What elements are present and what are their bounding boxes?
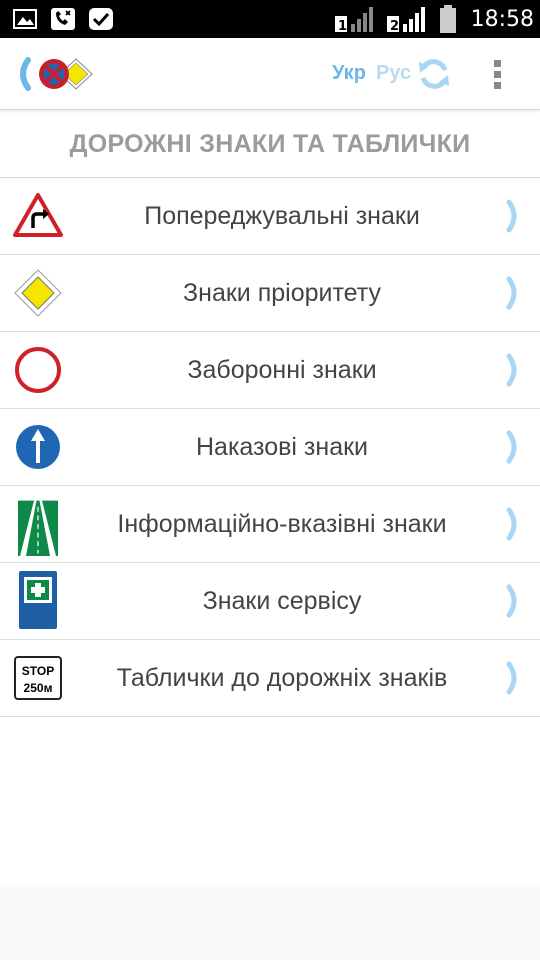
- list-item-information[interactable]: Інформаційно-вказівні знаки: [0, 486, 540, 563]
- chevron-right-icon: [506, 507, 517, 541]
- list-item-label: Заборонні знаки: [187, 356, 377, 384]
- chevron-right-icon: [506, 430, 517, 464]
- list-item-label: Знаки пріоритету: [183, 279, 381, 307]
- task-done-icon: [89, 8, 113, 30]
- section-title: ДОРОЖНІ ЗНАКИ ТА ТАБЛИЧКИ: [69, 129, 471, 158]
- list-item-label: Попереджувальні знаки: [144, 202, 420, 230]
- status-bar: 1 2 18:58: [0, 0, 540, 38]
- battery-icon: [439, 5, 456, 33]
- chevron-right-icon: [506, 584, 517, 618]
- sim1-label: 1: [338, 19, 347, 34]
- back-chevron-icon[interactable]: [10, 56, 36, 92]
- section-header: ДОРОЖНІ ЗНАКИ ТА ТАБЛИЧКИ: [0, 111, 540, 178]
- list-item-prohibitory[interactable]: Заборонні знаки: [0, 332, 540, 409]
- list-item-label: Знаки сервісу: [202, 587, 362, 615]
- bottom-area: [0, 884, 540, 960]
- warning-sign-icon: [13, 193, 63, 237]
- signal-sim2-icon: 2: [386, 7, 425, 34]
- missed-call-icon: [51, 8, 75, 30]
- gallery-icon: [13, 9, 37, 29]
- service-sign-icon: [19, 571, 57, 629]
- lang-rus-button[interactable]: Рус: [376, 62, 411, 85]
- list-item-warning[interactable]: Попереджувальні знаки: [0, 178, 540, 255]
- plate-line2: 250м: [24, 681, 53, 695]
- chevron-right-icon: [506, 276, 517, 310]
- lang-ukr-button[interactable]: Укр: [332, 62, 366, 85]
- app-bar: Укр Рус: [0, 38, 540, 110]
- information-sign-icon: [18, 492, 58, 556]
- list-item-mandatory[interactable]: Наказові знаки: [0, 409, 540, 486]
- prohibitory-sign-icon: [15, 347, 61, 393]
- priority-sign-icon: [14, 269, 62, 317]
- overflow-menu-icon[interactable]: [486, 56, 510, 92]
- list-item-label: Наказові знаки: [195, 433, 368, 461]
- sim2-label: 2: [390, 19, 399, 34]
- category-list: Попереджувальні знаки Знаки пріоритету З…: [0, 178, 540, 717]
- signal-sim1-icon: 1: [334, 7, 373, 34]
- clock: 18:58: [470, 6, 534, 32]
- list-item-label: Таблички до дорожніх знаків: [116, 664, 448, 692]
- chevron-right-icon: [506, 199, 517, 233]
- app-logo-icon[interactable]: [36, 55, 94, 93]
- chevron-right-icon: [506, 661, 517, 695]
- list-item-label: Інформаційно-вказівні знаки: [117, 510, 447, 538]
- plate-sign-icon: STOP 250м: [14, 656, 62, 700]
- mandatory-sign-icon: [16, 425, 60, 469]
- list-item-plates[interactable]: STOP 250м Таблички до дорожніх знаків: [0, 640, 540, 717]
- chevron-right-icon: [506, 353, 517, 387]
- refresh-icon[interactable]: [416, 56, 452, 92]
- plate-line1: STOP: [22, 664, 54, 678]
- list-item-priority[interactable]: Знаки пріоритету: [0, 255, 540, 332]
- list-item-service[interactable]: Знаки сервісу: [0, 563, 540, 640]
